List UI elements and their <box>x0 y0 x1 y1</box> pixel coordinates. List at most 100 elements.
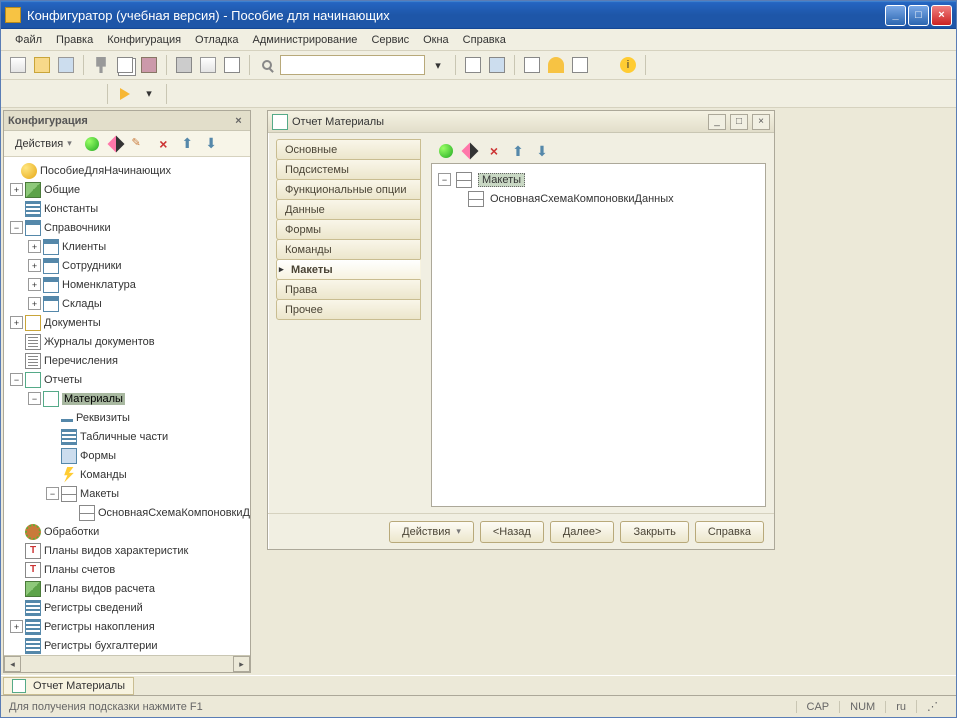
copy-button[interactable] <box>114 54 136 76</box>
dialog-maximize[interactable]: □ <box>730 114 748 130</box>
minimize-button[interactable]: _ <box>885 5 906 26</box>
search-input[interactable] <box>280 55 425 75</box>
dlg-close-button[interactable]: Закрыть <box>620 521 688 543</box>
app-icon <box>5 7 21 23</box>
config-edit-button[interactable] <box>105 133 127 155</box>
menu-help[interactable]: Справка <box>457 32 512 48</box>
dialog-close[interactable]: × <box>752 114 770 130</box>
config-panel-title: Конфигурация <box>8 115 88 127</box>
dialog-minimize[interactable]: _ <box>708 114 726 130</box>
run-button[interactable] <box>114 83 136 105</box>
dlg-edit-button[interactable] <box>459 140 481 162</box>
tb-help-icon[interactable]: i <box>617 54 639 76</box>
dialog-titlebar[interactable]: Отчет Материалы _ □ × <box>268 111 774 133</box>
status-bar: Для получения подсказки нажмите F1 CAP N… <box>1 695 956 717</box>
tb-icon-2[interactable] <box>486 54 508 76</box>
register-icon <box>25 600 41 616</box>
dlg-actions-button[interactable]: Действия <box>389 521 474 543</box>
paste-button[interactable] <box>138 54 160 76</box>
expand-icon[interactable]: − <box>10 221 23 234</box>
tb-icon-4[interactable] <box>569 54 591 76</box>
menu-configuration[interactable]: Конфигурация <box>101 32 187 48</box>
cut-button[interactable] <box>90 54 112 76</box>
status-lang: ru <box>885 701 916 713</box>
journal-icon <box>25 334 41 350</box>
tb-icon-1[interactable] <box>462 54 484 76</box>
tab-commands[interactable]: Команды <box>276 239 421 260</box>
cube-icon <box>25 182 41 198</box>
config-tree[interactable]: ПособиеДляНачинающих +Общие Константы −С… <box>4 157 250 655</box>
close-button[interactable]: × <box>931 5 952 26</box>
preview-button[interactable] <box>197 54 219 76</box>
compare-button[interactable] <box>221 54 243 76</box>
status-hint: Для получения подсказки нажмите F1 <box>9 701 203 713</box>
dlg-add-button[interactable] <box>435 140 457 162</box>
menu-file[interactable]: Файл <box>9 32 48 48</box>
tab-main[interactable]: Основные <box>276 139 421 160</box>
config-wand-button[interactable]: ✎ <box>129 133 151 155</box>
tab-forms[interactable]: Формы <box>276 219 421 240</box>
config-delete-button[interactable]: × <box>152 133 174 155</box>
tab-funcopts[interactable]: Функциональные опции <box>276 179 421 200</box>
menu-windows[interactable]: Окна <box>417 32 455 48</box>
dlg-back-button[interactable]: <Назад <box>480 521 544 543</box>
status-num: NUM <box>839 701 885 713</box>
taskbar: Отчет Материалы <box>1 675 956 695</box>
dlg-props-button[interactable] <box>555 140 577 162</box>
grid-icon <box>25 201 41 217</box>
tab-data[interactable]: Данные <box>276 199 421 220</box>
tb2-icon-2[interactable] <box>31 83 53 105</box>
run-dropdown[interactable]: ▾ <box>138 83 160 105</box>
report-dialog: Отчет Материалы _ □ × Основные Подсистем… <box>267 110 775 550</box>
enum-icon <box>25 353 41 369</box>
tb2-icon-3[interactable] <box>55 83 77 105</box>
search-dropdown[interactable]: ▾ <box>427 54 449 76</box>
save-button[interactable] <box>55 54 77 76</box>
config-tree-hscroll[interactable]: ◂▸ <box>4 655 250 672</box>
dlg-delete-button[interactable]: × <box>483 140 505 162</box>
layout-icon <box>456 172 472 188</box>
config-up-button[interactable]: ⬆ <box>176 133 198 155</box>
ball-icon <box>21 163 37 179</box>
config-actions-button[interactable]: Действия▾ <box>8 135 79 153</box>
status-grip: ⋰ <box>916 700 948 713</box>
titlebar[interactable]: Конфигуратор (учебная версия) - Пособие … <box>1 1 956 29</box>
form-icon <box>61 448 77 464</box>
tab-subsystems[interactable]: Подсистемы <box>276 159 421 180</box>
config-add-button[interactable] <box>81 133 103 155</box>
tab-rights[interactable]: Права <box>276 279 421 300</box>
mdi-area: Отчет Материалы _ □ × Основные Подсистем… <box>253 108 956 675</box>
maximize-button[interactable]: □ <box>908 5 929 26</box>
tab-other[interactable]: Прочее <box>276 299 421 320</box>
tab-templates[interactable]: Макеты <box>276 259 421 280</box>
find-button[interactable] <box>256 54 278 76</box>
config-sort-button[interactable] <box>224 133 246 155</box>
config-panel-close[interactable]: × <box>231 113 246 128</box>
print-button[interactable] <box>173 54 195 76</box>
tb-icon-3[interactable] <box>521 54 543 76</box>
open-button[interactable] <box>31 54 53 76</box>
config-down-button[interactable]: ⬇ <box>200 133 222 155</box>
task-tab-report[interactable]: Отчет Материалы <box>3 677 134 695</box>
report-icon <box>12 679 26 693</box>
menu-service[interactable]: Сервис <box>365 32 415 48</box>
report-icon <box>25 372 41 388</box>
dlg-down-button[interactable]: ⬇ <box>531 140 553 162</box>
new-doc-button[interactable] <box>7 54 29 76</box>
menu-admin[interactable]: Администрирование <box>247 32 364 48</box>
chart-char-icon: T <box>25 543 41 559</box>
dialog-tree[interactable]: −Макеты ОсновнаяСхемаКомпоновкиДанных <box>431 163 766 507</box>
dlg-up-button[interactable]: ⬆ <box>507 140 529 162</box>
menu-debug[interactable]: Отладка <box>189 32 244 48</box>
dlg-next-button[interactable]: Далее> <box>550 521 615 543</box>
tb2-icon-4[interactable] <box>79 83 101 105</box>
tree-item-materialy: Материалы <box>62 393 125 405</box>
menu-edit[interactable]: Правка <box>50 32 99 48</box>
dlg-tree-child: ОсновнаяСхемаКомпоновкиДанных <box>490 193 674 205</box>
dlg-help-button[interactable]: Справка <box>695 521 764 543</box>
tb-calendar-icon[interactable] <box>593 54 615 76</box>
expand-icon[interactable]: + <box>10 183 23 196</box>
tb2-icon-1[interactable] <box>7 83 29 105</box>
tb-user-icon[interactable] <box>545 54 567 76</box>
dlg-tree-root: Макеты <box>478 173 525 187</box>
